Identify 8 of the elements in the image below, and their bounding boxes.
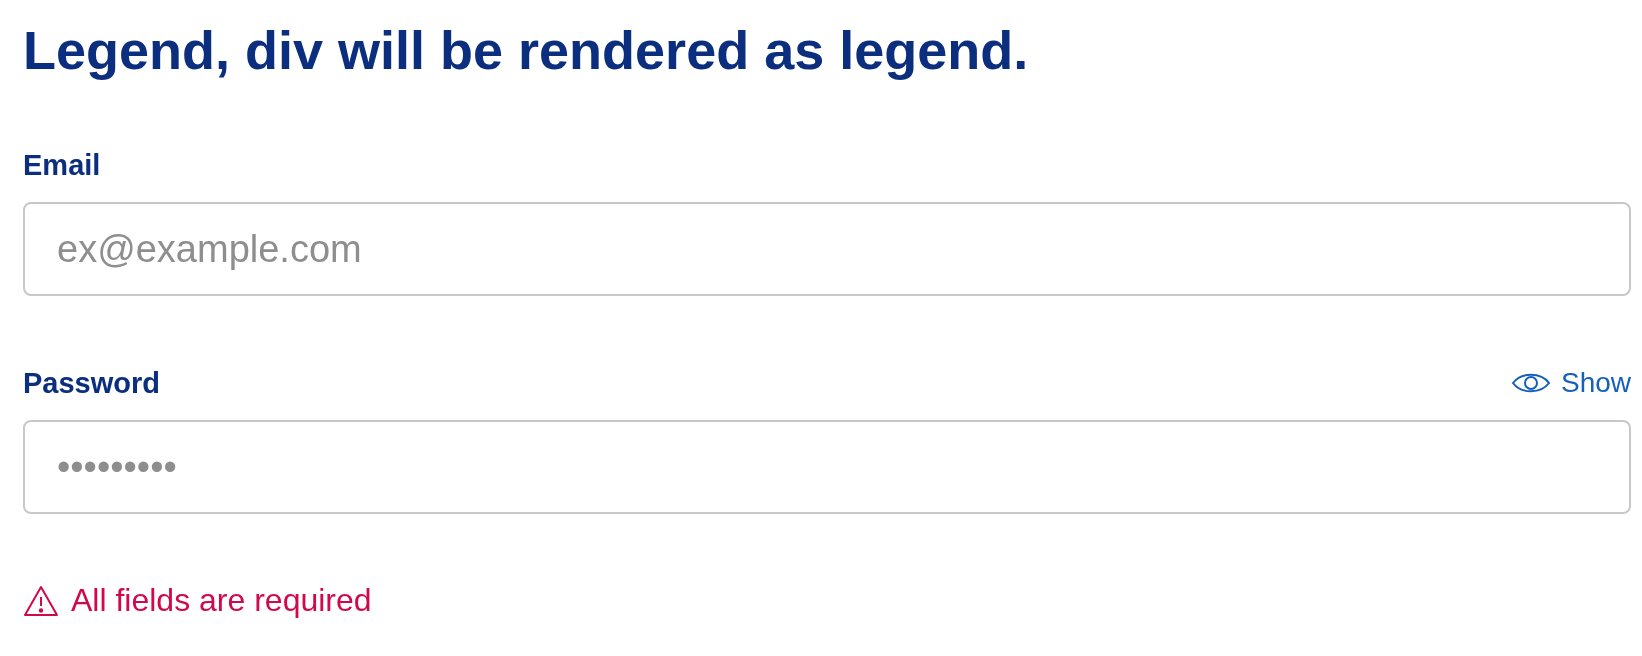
email-field[interactable]: ex@example.com [23, 202, 1631, 296]
page-heading: Legend, div will be rendered as legend. [23, 19, 1030, 82]
field-label: Email [23, 148, 101, 182]
warning-icon [23, 584, 59, 617]
error-message: All fields are required [71, 582, 372, 619]
show-password-button[interactable]: Show [1510, 367, 1631, 399]
field-label: Password [23, 366, 160, 400]
password-field[interactable]: ••••••••• [23, 420, 1631, 514]
